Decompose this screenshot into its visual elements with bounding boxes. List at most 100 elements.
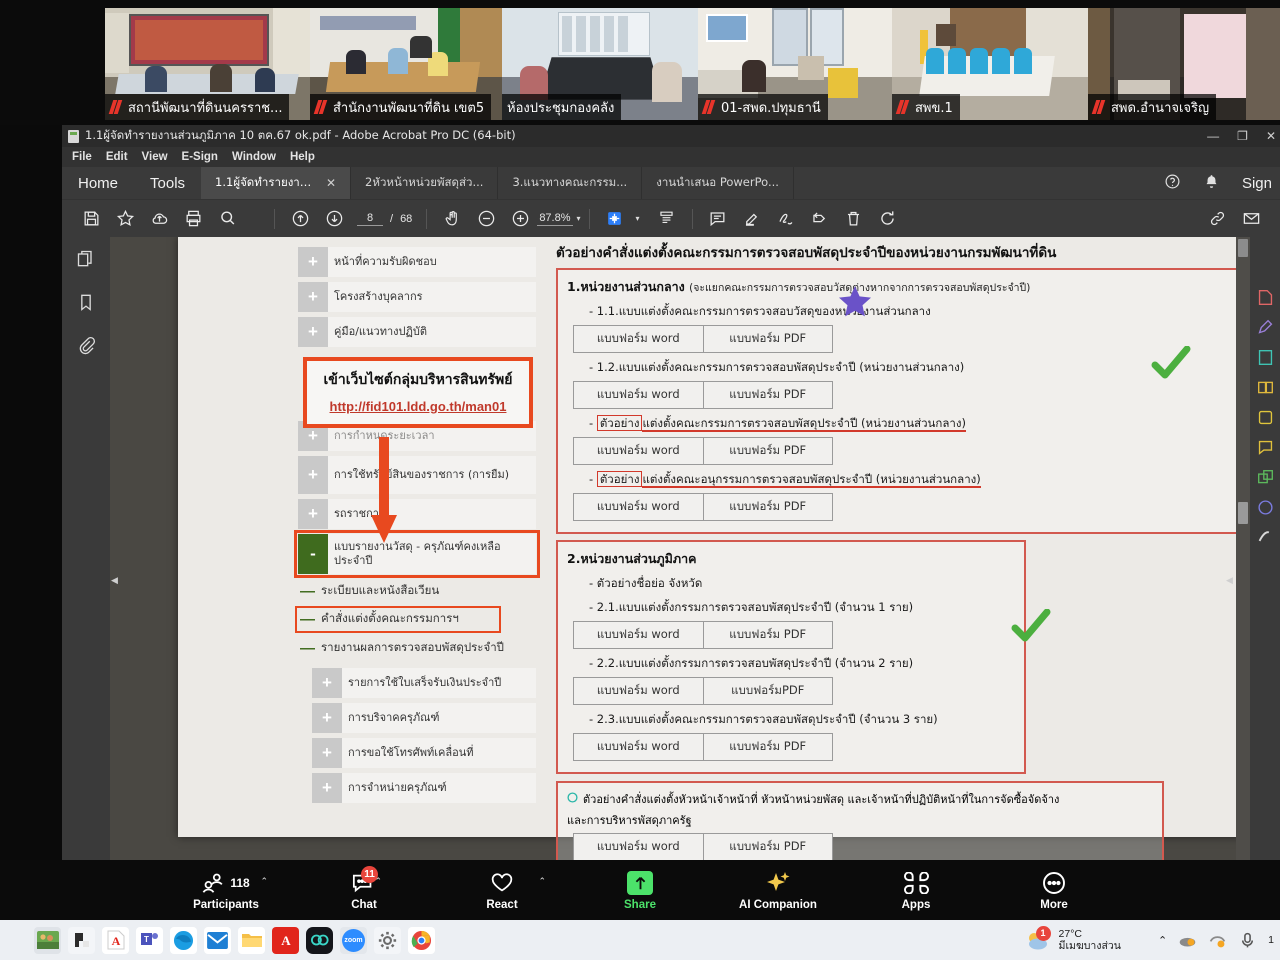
doc-tab-3[interactable]: 3.แนวทางคณะกรรม... <box>498 167 643 199</box>
read-mode-icon[interactable] <box>650 202 684 236</box>
video-tile[interactable]: 01-สพด.ปทุมธานี <box>698 8 892 120</box>
callout-link[interactable]: http://fid101.ldd.go.th/man01 <box>313 399 523 414</box>
outline-item[interactable]: + คู่มือ/แนวทางปฏิบัติ <box>298 317 536 347</box>
home-button[interactable]: Home <box>62 167 134 199</box>
pdf-document-area[interactable]: + หน้าที่ความรับผิดชอบ + โครงสร้างบุคลาก… <box>110 237 1250 860</box>
chevron-down-icon[interactable]: ▾ <box>577 214 581 223</box>
outline-item[interactable]: + การจำหน่ายครุภัณฑ์ <box>312 773 536 803</box>
chevron-up-icon[interactable]: ⌃ <box>374 876 382 887</box>
word-form-button[interactable]: แบบฟอร์ม word <box>573 325 704 353</box>
collapse-minus-icon[interactable]: - <box>298 534 328 574</box>
word-form-button[interactable]: แบบฟอร์ม word <box>573 833 704 860</box>
scrollbar-thumb-top[interactable] <box>1238 239 1248 257</box>
taskbar-teams[interactable]: T <box>136 926 163 954</box>
previous-page-icon[interactable] <box>283 202 317 236</box>
outline-item[interactable]: + โครงสร้างบุคลากร <box>298 282 536 312</box>
video-tile[interactable]: สพด.อำนาจเจริญ <box>1088 8 1280 120</box>
share-link-icon[interactable] <box>1200 202 1234 236</box>
pdf-form-button[interactable]: แบบฟอร์ม PDF <box>703 437 833 465</box>
outline-item[interactable]: + รายการใช้ใบเสร็จรับเงินประจำปี <box>312 668 536 698</box>
menu-esign[interactable]: E-Sign <box>182 151 218 163</box>
video-tile[interactable]: สพข.1 <box>892 8 1088 120</box>
pdf-form-button[interactable]: แบบฟอร์มPDF <box>703 677 833 705</box>
word-form-button[interactable]: แบบฟอร์ม word <box>573 381 704 409</box>
expand-plus-icon[interactable]: + <box>312 668 342 698</box>
outline-subitem[interactable]: — ระเบียบและหนังสือเวียน <box>298 580 536 603</box>
minimize-button[interactable]: — <box>1207 129 1219 143</box>
next-page-icon[interactable] <box>317 202 351 236</box>
email-icon[interactable] <box>1234 202 1268 236</box>
scrollbar-thumb[interactable] <box>1238 502 1248 524</box>
expand-plus-icon[interactable]: + <box>312 773 342 803</box>
print-icon[interactable] <box>176 202 210 236</box>
delete-icon[interactable] <box>837 202 871 236</box>
weather-widget[interactable]: 1 27°C มีเมฆบางส่วน <box>1025 925 1121 952</box>
bookmarks-icon[interactable] <box>76 292 96 317</box>
expand-plus-icon[interactable]: + <box>298 317 328 347</box>
pdf-form-button[interactable]: แบบฟอร์ม PDF <box>703 381 833 409</box>
taskbar-adobe-red[interactable]: A <box>272 926 299 954</box>
zoom-level-value[interactable]: 87.8% <box>537 211 573 226</box>
expand-plus-icon[interactable]: + <box>298 247 328 277</box>
react-button[interactable]: ⌃ React <box>456 870 548 911</box>
outline-item[interactable]: + การใช้ทรัพย์สินของราชการ (การยืม) <box>298 456 536 494</box>
tray-expand-chevron-icon[interactable]: ⌃ <box>1158 934 1167 947</box>
vertical-scrollbar[interactable] <box>1236 237 1250 860</box>
help-icon[interactable] <box>1164 173 1181 193</box>
export-pdf-icon[interactable] <box>1257 349 1274 366</box>
zoom-out-icon[interactable] <box>469 202 503 236</box>
edit-pdf-icon[interactable] <box>1257 319 1274 336</box>
cloud-upload-icon[interactable] <box>142 202 176 236</box>
highlight-icon[interactable] <box>735 202 769 236</box>
share-button[interactable]: Share <box>594 870 686 911</box>
onedrive-sync-icon[interactable] <box>1178 931 1197 950</box>
expand-plus-icon[interactable]: + <box>298 456 328 494</box>
network-icon[interactable] <box>1208 931 1227 950</box>
outline-item-selected[interactable]: - แบบรายงานวัสดุ - ครุภัณฑ์คงเหลือประจำป… <box>294 530 540 578</box>
collapse-left-panel-button[interactable]: ◀ <box>110 567 119 593</box>
expand-plus-icon[interactable]: + <box>298 282 328 312</box>
chat-button[interactable]: 11 ⌃ Chat <box>318 865 410 911</box>
taskbar-dark-rounded-app[interactable] <box>306 926 333 954</box>
collapse-right-panel-button[interactable]: ◀ <box>1225 567 1234 593</box>
more-tools-icon[interactable] <box>1257 529 1274 546</box>
taskbar-acrobat[interactable]: A <box>102 926 129 954</box>
word-form-button[interactable]: แบบฟอร์ม word <box>573 493 704 521</box>
fill-and-sign-icon[interactable] <box>1257 409 1274 426</box>
notifications-bell-icon[interactable] <box>1203 173 1220 193</box>
doc-tab-2[interactable]: 2หัวหน้าหน่วยพัสดุส่ว... <box>351 167 499 199</box>
doc-tab-1[interactable]: 1.1ผู้จัดทำรายงานส่วน... ✕ <box>201 167 352 199</box>
save-icon[interactable] <box>74 202 108 236</box>
menu-edit[interactable]: Edit <box>106 151 128 163</box>
maximize-button[interactable]: ❐ <box>1237 129 1248 143</box>
taskbar-edge[interactable] <box>170 926 197 954</box>
chevron-up-icon[interactable]: ⌃ <box>538 876 546 887</box>
word-form-button[interactable]: แบบฟอร์ม word <box>573 677 704 705</box>
video-tile-active[interactable]: ห้องประชุมกองคลัง <box>502 8 698 120</box>
menu-help[interactable]: Help <box>290 151 315 163</box>
create-pdf-icon[interactable] <box>1257 289 1274 306</box>
more-button[interactable]: More <box>1008 870 1100 911</box>
video-tile[interactable]: สถานีพัฒนาที่ดินนครราช... <box>105 8 310 120</box>
attachments-icon[interactable] <box>76 335 96 360</box>
expand-plus-icon[interactable]: + <box>298 499 328 529</box>
comment-icon[interactable] <box>701 202 735 236</box>
outline-item[interactable]: + การขอใช้โทรศัพท์เคลื่อนที่ <box>312 738 536 768</box>
pdf-form-button[interactable]: แบบฟอร์ม PDF <box>703 325 833 353</box>
taskbar-dark-app[interactable] <box>68 926 95 954</box>
star-favorite-icon[interactable] <box>108 202 142 236</box>
pdf-form-button[interactable]: แบบฟอร์ม PDF <box>703 733 833 761</box>
word-form-button[interactable]: แบบฟอร์ม word <box>573 733 704 761</box>
taskbar-chrome[interactable] <box>408 926 435 954</box>
search-icon[interactable] <box>210 202 244 236</box>
undo-rotate-icon[interactable] <box>871 202 905 236</box>
page-number-input[interactable]: 8 <box>357 211 383 226</box>
zoom-in-icon[interactable] <box>503 202 537 236</box>
chevron-up-icon[interactable]: ⌃ <box>260 876 268 887</box>
outline-item[interactable]: + การบริจาคครุภัณฑ์ <box>312 703 536 733</box>
taskbar-file-explorer[interactable] <box>238 926 265 954</box>
doc-tab-4[interactable]: งานนำเสนอ PowerPo... <box>642 167 794 199</box>
video-tile[interactable]: สำนักงานพัฒนาที่ดิน เขต5 <box>310 8 502 120</box>
taskbar-zoom[interactable]: zoom <box>340 926 367 954</box>
apps-button[interactable]: Apps <box>870 870 962 911</box>
